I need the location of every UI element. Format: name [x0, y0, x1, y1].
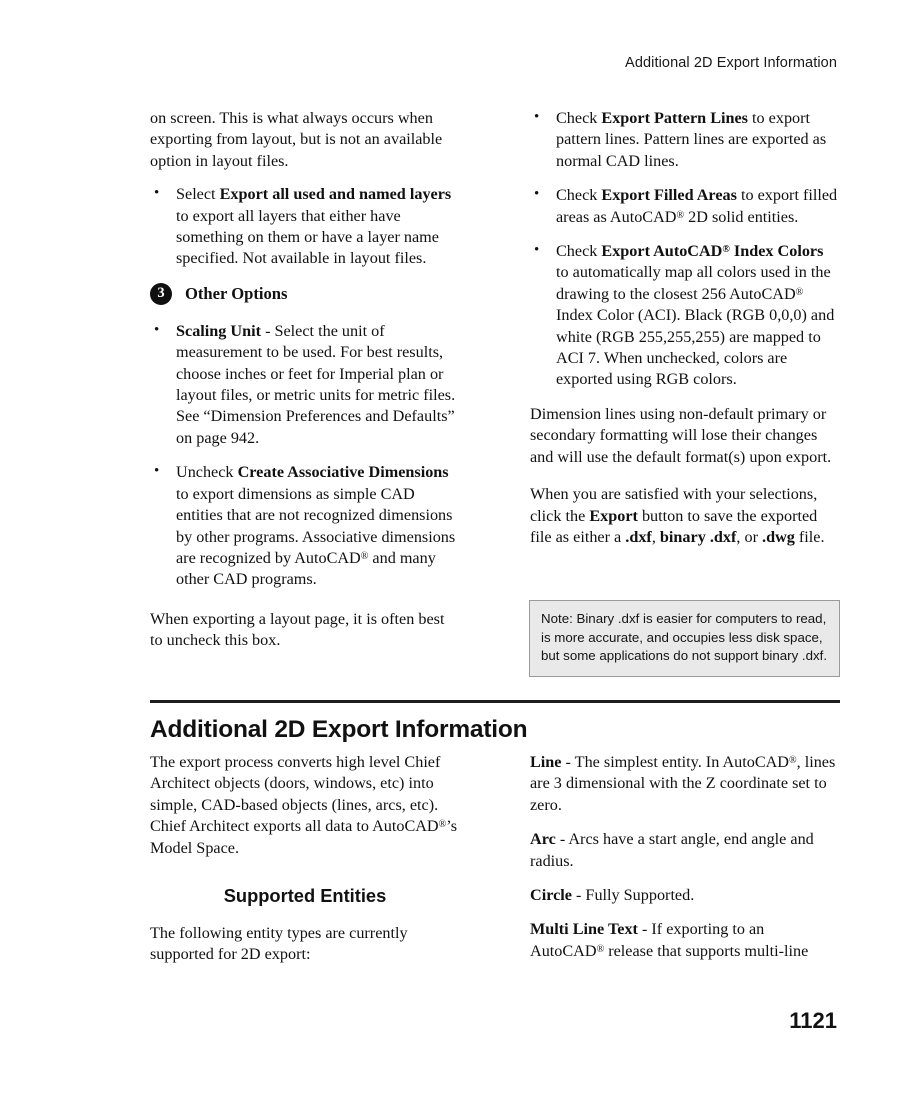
registered-trademark-icon: ®: [789, 754, 797, 766]
section-divider-rule: [150, 700, 840, 703]
note-text: Note: Binary .dxf is easier for computer…: [541, 611, 828, 664]
registered-trademark-icon: ®: [722, 243, 730, 255]
callout-title: Other Options: [185, 283, 288, 303]
bullet-lead-text: Check: [556, 109, 602, 127]
running-header-title: Additional 2D Export Information: [625, 55, 837, 71]
supported-entities-subheading: Supported Entities: [223, 885, 387, 907]
lower-right-column: Line - The simplest entity. In AutoCAD®,…: [530, 752, 840, 978]
page-number: 1121: [789, 1008, 837, 1033]
list-item: Check Export Pattern Lines to export pat…: [530, 107, 840, 172]
paragraph-text: ,: [651, 527, 660, 546]
export-options-bullet-list: Check Export Pattern Lines to export pat…: [530, 107, 840, 391]
bullet-rest-text-continued: 2D solid entities.: [684, 207, 799, 226]
paragraph-text: The export process converts high level C…: [150, 753, 441, 836]
entity-item: Arc - Arcs have a start angle, end angle…: [530, 829, 840, 872]
dimension-lines-paragraph: Dimension lines using non-default primar…: [530, 404, 832, 466]
dwg-format-term: .dwg: [762, 527, 795, 546]
bullet-bold-term: Export all used and named layers: [219, 185, 452, 204]
upper-columns: on screen. This is what always occurs wh…: [150, 107, 840, 664]
bullet-lead-text: Uncheck: [176, 463, 238, 482]
layers-bullet-list: Select Export all used and named layers …: [150, 183, 460, 270]
note-callout-box: Note: Binary .dxf is easier for computer…: [529, 600, 840, 677]
lower-columns: The export process converts high level C…: [150, 752, 840, 978]
entity-item: Line - The simplest entity. In AutoCAD®,…: [530, 752, 840, 816]
lower-left-column: The export process converts high level C…: [150, 752, 460, 978]
list-item: Uncheck Create Associative Dimensions to…: [150, 461, 460, 590]
bullet-rest-text: - Select the unit of measurement to be u…: [176, 321, 456, 447]
registered-trademark-icon: ®: [795, 286, 804, 298]
bullet-rest-text: to automatically map all colors used in …: [556, 263, 831, 303]
list-item: Select Export all used and named layers …: [150, 183, 460, 270]
export-button-term: Export: [589, 506, 638, 525]
upper-left-column: on screen. This is what always occurs wh…: [150, 108, 460, 664]
bullet-lead-text: Check: [556, 186, 602, 205]
entity-name: Arc: [530, 830, 556, 849]
other-options-bullet-list: Scaling Unit - Select the unit of measur…: [150, 320, 460, 591]
binary-dxf-format-term: binary .dxf: [659, 527, 737, 546]
bullet-bold-term-continued: Index Colors: [729, 242, 824, 261]
registered-trademark-icon: ®: [676, 209, 685, 221]
dxf-format-term: .dxf: [625, 527, 652, 546]
paragraph-text: file.: [794, 527, 825, 546]
paragraph-text: , or: [736, 527, 763, 546]
bullet-bold-term: Export Filled Areas: [601, 186, 737, 205]
entity-item: Circle - Fully Supported.: [530, 885, 840, 906]
layout-uncheck-note: When exporting a layout page, it is ofte…: [150, 609, 445, 650]
callout-number-badge: 3: [150, 282, 172, 305]
bullet-lead-text: Select: [176, 185, 220, 204]
entity-name: Circle: [530, 886, 572, 905]
section-heading: Additional 2D Export Information: [150, 716, 528, 743]
bullet-lead-text: Check: [556, 242, 602, 261]
other-options-callout: 3 Other Options: [150, 282, 460, 305]
entity-item: Multi Line Text - If exporting to an Aut…: [530, 919, 840, 962]
export-button-paragraph: When you are satisfied with your selecti…: [530, 484, 840, 548]
entity-name: Multi Line Text: [530, 920, 638, 939]
entity-description-continued: release that supports multi-line: [604, 941, 809, 960]
entity-description: - The simplest entity. In AutoCAD: [561, 753, 789, 771]
export-process-paragraph: The export process converts high level C…: [150, 752, 460, 859]
upper-right-column: Check Export Pattern Lines to export pat…: [530, 107, 840, 664]
bullet-bold-term: Scaling Unit: [176, 321, 262, 340]
bullet-bold-term: Create Associative Dimensions: [237, 463, 449, 482]
list-item: Check Export AutoCAD® Index Colors to au…: [530, 240, 840, 391]
bullet-rest-text: to export all layers that either have so…: [176, 206, 439, 268]
bullet-rest-text-continued: Index Color (ACI). Black (RGB 0,0,0) and…: [556, 306, 835, 389]
document-page: Additional 2D Export Information on scre…: [0, 0, 913, 1096]
supported-entities-intro: The following entity types are currently…: [150, 924, 408, 964]
entity-description: - Arcs have a start angle, end angle and…: [530, 830, 814, 870]
bullet-bold-term: Export Pattern Lines: [601, 109, 748, 127]
bullet-bold-term: Export AutoCAD: [601, 242, 723, 261]
list-item: Check Export Filled Areas to export fill…: [530, 184, 840, 228]
list-item: Scaling Unit - Select the unit of measur…: [150, 320, 460, 449]
continuation-paragraph: on screen. This is what always occurs wh…: [150, 109, 443, 170]
entity-name: Line: [530, 753, 562, 771]
entity-description: - Fully Supported.: [571, 886, 695, 905]
